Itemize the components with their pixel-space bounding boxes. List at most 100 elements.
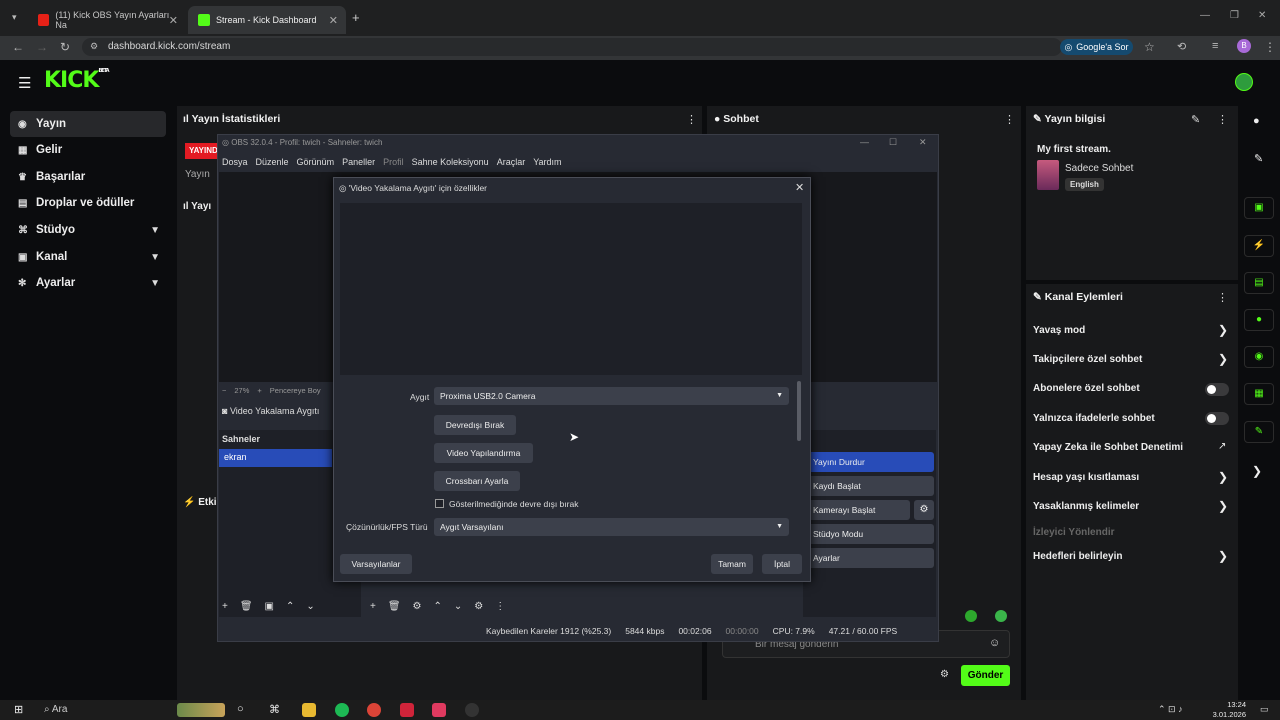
- external-link-icon[interactable]: ↗: [1218, 441, 1226, 452]
- channel-actions-menu-icon[interactable]: ⋮: [1217, 291, 1228, 304]
- sidebar-bolt-icon[interactable]: ⚡: [1244, 235, 1274, 257]
- emotes-chat-toggle[interactable]: [1205, 412, 1229, 425]
- browser-tab-kick[interactable]: Stream - Kick Dashboard ✕: [188, 6, 346, 34]
- sidebar-tools-icon[interactable]: ✎: [1244, 421, 1274, 443]
- reload-icon[interactable]: ↻: [60, 40, 70, 54]
- menu-dosya[interactable]: Dosya: [222, 157, 248, 167]
- widgets-icon[interactable]: ⌘: [269, 703, 280, 716]
- subscribers-chat-toggle[interactable]: [1205, 383, 1229, 396]
- crossbar-button[interactable]: Crossbarı Ayarla: [434, 471, 520, 491]
- sidebar-item-ayarlar[interactable]: ✻ Ayarlar ▼: [10, 270, 166, 296]
- disable-device-button[interactable]: Devredışı Bırak: [434, 415, 516, 435]
- stream-info-menu-icon[interactable]: ⋮: [1217, 113, 1228, 126]
- sidebar-item-yayin[interactable]: ◉ Yayın: [10, 111, 166, 137]
- obs-close-icon[interactable]: ✕: [919, 137, 927, 148]
- resolution-select[interactable]: Aygıt Varsayılanı ▼: [434, 518, 789, 536]
- add-scene-icon[interactable]: +: [222, 601, 228, 612]
- task-view-icon[interactable]: ○: [237, 703, 244, 715]
- window-minimize-icon[interactable]: —: [1200, 10, 1210, 21]
- start-recording-button[interactable]: Kaydı Başlat: [803, 476, 934, 496]
- zoom-out-icon[interactable]: −: [222, 386, 226, 395]
- user-avatar[interactable]: [1235, 73, 1253, 91]
- sidebar-broadcast-icon[interactable]: ◉: [1244, 346, 1274, 368]
- hide-disable-checkbox[interactable]: [435, 499, 444, 508]
- send-button[interactable]: Gönder: [961, 665, 1010, 686]
- edit-icon[interactable]: ✎: [1191, 113, 1200, 126]
- virtual-camera-settings-icon[interactable]: ⚙: [914, 500, 934, 520]
- zoom-in-icon[interactable]: +: [257, 386, 261, 395]
- clock[interactable]: 13:24 3.01.2026: [1206, 700, 1246, 720]
- menu-duzenle[interactable]: Düzenle: [256, 157, 289, 167]
- app-icon-pink[interactable]: [432, 703, 446, 717]
- weather-widget-icon[interactable]: [177, 703, 225, 717]
- new-tab-button[interactable]: +: [352, 10, 360, 25]
- sidebar-scan-icon[interactable]: ▣: [1244, 197, 1274, 219]
- ok-button[interactable]: Tamam: [711, 554, 753, 574]
- url-text[interactable]: dashboard.kick.com/stream: [108, 41, 230, 52]
- obs-taskbar-icon[interactable]: [465, 703, 479, 717]
- remove-source-icon[interactable]: 🗑: [388, 601, 401, 612]
- menu-gorunum[interactable]: Görünüm: [297, 157, 335, 167]
- forward-icon[interactable]: →: [36, 40, 48, 54]
- menu-profil[interactable]: Profil: [383, 157, 404, 167]
- action-account-age[interactable]: Hesap yaşı kısıtlaması: [1033, 472, 1139, 483]
- menu-paneller[interactable]: Paneller: [342, 157, 375, 167]
- history-icon[interactable]: ⟲: [1177, 40, 1186, 53]
- sidebar-item-basarilar[interactable]: ♛ Başarılar: [10, 164, 166, 190]
- dialog-scrollbar[interactable]: [797, 381, 801, 441]
- site-info-icon[interactable]: ⚙: [90, 41, 98, 52]
- system-tray-icons[interactable]: ⌃ ⊡ ♪: [1158, 704, 1183, 715]
- sidebar-doc-icon[interactable]: ▤: [1244, 272, 1274, 294]
- sidebar-item-gelir[interactable]: ▦ Gelir: [10, 137, 166, 163]
- add-source-icon[interactable]: +: [370, 601, 376, 612]
- extensions-icon[interactable]: ≡: [1212, 40, 1218, 52]
- emote-icon[interactable]: ☺: [989, 637, 1000, 649]
- defaults-button[interactable]: Varsayılanlar: [340, 554, 412, 574]
- chrome-icon[interactable]: [367, 703, 381, 717]
- more-icon[interactable]: ⋮: [495, 601, 505, 612]
- sidebar-item-kanal[interactable]: ▣ Kanal ▼: [10, 244, 166, 270]
- notification-icon[interactable]: ▭: [1260, 704, 1269, 715]
- window-close-icon[interactable]: ✕: [1258, 10, 1266, 21]
- device-select[interactable]: Proxima USB2.0 Camera ▼: [434, 387, 789, 405]
- stop-streaming-button[interactable]: Yayını Durdur: [803, 452, 934, 472]
- chat-menu-icon[interactable]: ⋮: [1004, 113, 1015, 126]
- stats-menu-icon[interactable]: ⋮: [686, 113, 697, 126]
- windows-start-icon[interactable]: ⊞: [14, 703, 23, 716]
- action-followers-chat[interactable]: Takipçilere özel sohbet: [1033, 354, 1142, 365]
- action-goals[interactable]: Hedefleri belirleyin: [1033, 551, 1122, 562]
- profile-avatar[interactable]: B: [1237, 39, 1251, 53]
- transitions-icon[interactable]: ⚙: [474, 601, 483, 612]
- chat-settings-icon[interactable]: ⚙: [940, 669, 949, 680]
- move-down-icon[interactable]: ⌄: [306, 601, 314, 612]
- obs-maximize-icon[interactable]: ☐: [889, 137, 897, 148]
- menu-yardim[interactable]: Yardım: [533, 157, 561, 167]
- browser-menu-icon[interactable]: ⋮: [1264, 40, 1276, 54]
- action-slow-mode[interactable]: Yavaş mod: [1033, 325, 1085, 336]
- action-banned-words[interactable]: Yasaklanmış kelimeler: [1033, 501, 1139, 512]
- chevron-right-icon[interactable]: ❯: [1218, 470, 1228, 484]
- chevron-right-icon[interactable]: ❯: [1218, 499, 1228, 513]
- close-tab-icon[interactable]: ✕: [329, 14, 338, 27]
- back-icon[interactable]: ←: [12, 40, 24, 54]
- close-tab-icon[interactable]: ✕: [169, 14, 178, 27]
- source-up-icon[interactable]: ⌃: [434, 601, 442, 612]
- source-down-icon[interactable]: ⌄: [454, 601, 462, 612]
- hamburger-icon[interactable]: ☰: [18, 74, 31, 92]
- chevron-right-icon[interactable]: ❯: [1218, 323, 1228, 337]
- app-icon-red[interactable]: [400, 703, 414, 717]
- scene-filter-icon[interactable]: ▣: [265, 601, 274, 612]
- menu-sahne-koleksiyonu[interactable]: Sahne Koleksiyonu: [412, 157, 489, 167]
- cancel-button[interactable]: İptal: [762, 554, 802, 574]
- sidebar-item-droplar[interactable]: ▤ Droplar ve ödüller: [10, 190, 166, 216]
- chevron-right-icon[interactable]: ❯: [1218, 352, 1228, 366]
- action-ai-moderation[interactable]: Yapay Zeka ile Sohbet Denetimi: [1033, 442, 1183, 453]
- pencil-icon[interactable]: ✎: [1254, 152, 1263, 165]
- kick-logo[interactable]: KICKBETA: [44, 68, 110, 93]
- sidebar-item-studyo[interactable]: ⌘ Stüdyo ▼: [10, 217, 166, 243]
- move-up-icon[interactable]: ⌃: [286, 601, 294, 612]
- tab-search-icon[interactable]: ▾: [12, 12, 17, 23]
- spotify-icon[interactable]: [335, 703, 349, 717]
- window-restore-icon[interactable]: ❐: [1230, 10, 1239, 21]
- studio-mode-button[interactable]: Stüdyo Modu: [803, 524, 934, 544]
